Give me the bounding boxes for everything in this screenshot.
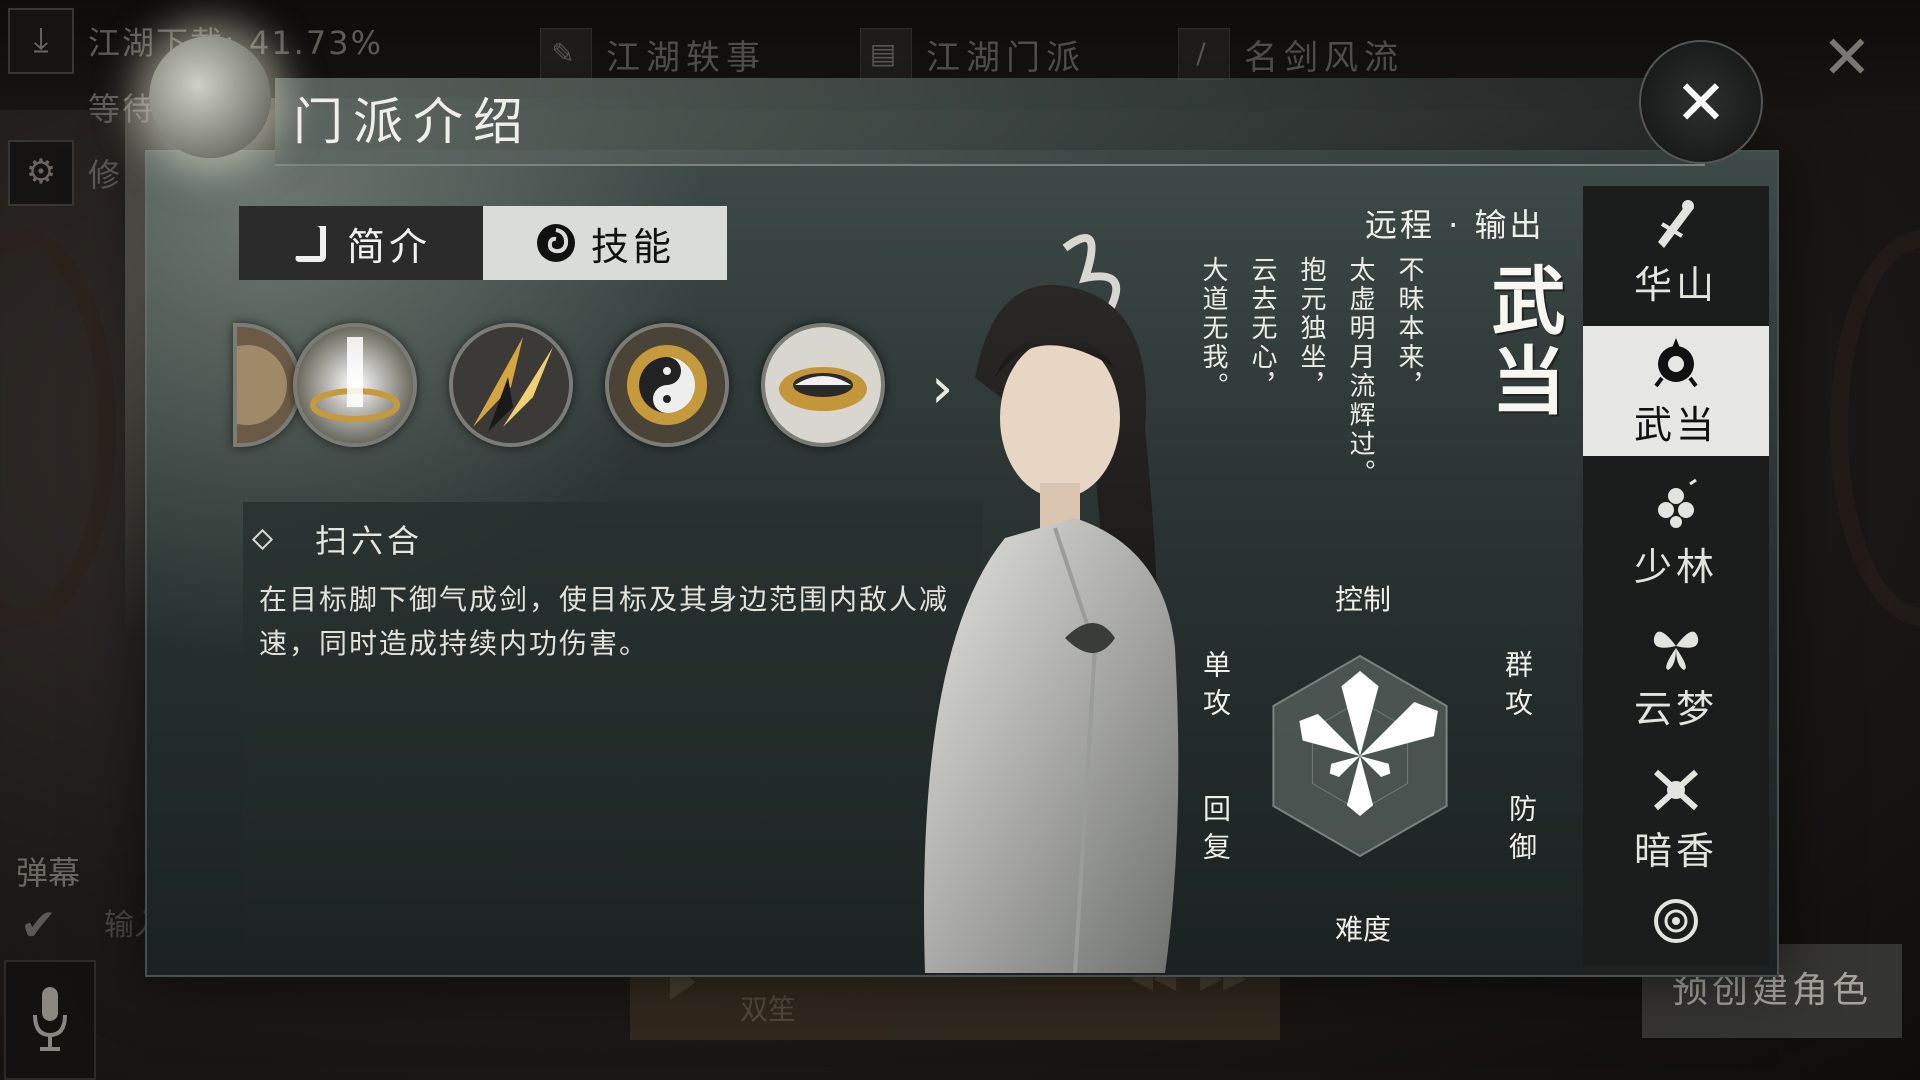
radar-label-control: 控制 bbox=[1335, 583, 1392, 616]
left-window-ornament bbox=[0, 230, 116, 626]
blade-slash-skill-icon[interactable] bbox=[449, 323, 573, 447]
radar-label-single-attack: 单攻 bbox=[1199, 650, 1232, 726]
wudang-emblem-icon bbox=[1654, 337, 1698, 387]
poem-line: 太虚明月流辉过。 bbox=[1345, 256, 1375, 488]
song-title: 双笙 bbox=[740, 993, 797, 1026]
huashan-emblem-icon bbox=[1658, 199, 1694, 248]
wheel-emblem-icon bbox=[1654, 899, 1698, 943]
tab-skill[interactable]: 技能 bbox=[483, 206, 727, 280]
yunmeng-butterfly-icon bbox=[1653, 631, 1699, 670]
tab-label: 江湖门派 bbox=[926, 37, 1086, 78]
hud-status-line-2: 修 bbox=[88, 156, 123, 194]
right-window-ornament bbox=[1830, 230, 1920, 626]
danmu-label: 弹幕 bbox=[16, 854, 81, 892]
background-close-icon[interactable]: ✕ bbox=[1822, 28, 1872, 88]
sidebar-item-anxiang[interactable]: 暗香 bbox=[1583, 752, 1769, 882]
sidebar-item-next[interactable] bbox=[1583, 876, 1769, 966]
download-icon[interactable]: ⤓ bbox=[8, 8, 74, 74]
close-icon: ✕ bbox=[1675, 65, 1727, 139]
sidebar-item-label: 华山 bbox=[1633, 262, 1718, 307]
sect-role: 远程 · 输出 bbox=[1365, 206, 1545, 244]
sidebar-item-label: 少林 bbox=[1633, 544, 1718, 589]
sect-name-title: 武当 bbox=[1479, 262, 1565, 422]
sidebar-item-shaolin[interactable]: 少林 bbox=[1583, 468, 1769, 598]
moon-ornament bbox=[149, 36, 271, 158]
sidebar-item-huashan[interactable]: 华山 bbox=[1583, 186, 1769, 316]
partial-skill-icon[interactable] bbox=[233, 323, 301, 447]
sect-sidebar: 华山 武当 少林 云梦 暗香 bbox=[1583, 186, 1769, 966]
sect-intro-panel: 门派介绍 ✕ 简介 技能 ‹ bbox=[125, 36, 1785, 977]
sword-icon: / bbox=[1178, 28, 1230, 80]
sidebar-item-label: 暗香 bbox=[1633, 828, 1718, 873]
light-pillar-skill-icon[interactable] bbox=[293, 323, 417, 447]
poem-line: 抱元独坐， bbox=[1296, 256, 1326, 401]
radar-label-difficulty: 难度 bbox=[1335, 913, 1392, 946]
tab-jianghu-anecdotes[interactable]: ✎ 江湖轶事 bbox=[540, 22, 766, 86]
checkmark-icon[interactable]: ✔ bbox=[20, 900, 57, 951]
chat-bubble-icon: ▤ bbox=[860, 28, 912, 80]
settings-gear-icon[interactable]: ⚙ bbox=[8, 140, 74, 206]
microphone-icon bbox=[33, 987, 67, 1051]
tab-label: 江湖轶事 bbox=[606, 37, 766, 78]
anxiang-emblem-icon bbox=[1653, 769, 1699, 810]
close-button[interactable]: ✕ bbox=[1639, 40, 1763, 164]
sidebar-item-label: 云梦 bbox=[1633, 686, 1718, 731]
tab-label: 名剑风流 bbox=[1244, 37, 1404, 78]
poem-line: 不昧本来， bbox=[1394, 256, 1424, 401]
panel-title: 门派介绍 bbox=[293, 93, 533, 151]
shaolin-emblem-icon bbox=[1658, 478, 1697, 528]
tab-intro-label: 简介 bbox=[346, 224, 431, 269]
brush-icon: ✎ bbox=[540, 28, 592, 80]
poem-line: 大道无我。 bbox=[1198, 256, 1228, 401]
tab-jianghu-sects[interactable]: ▤ 江湖门派 bbox=[860, 22, 1086, 86]
sidebar-item-yunmeng[interactable]: 云梦 bbox=[1583, 610, 1769, 740]
tab-intro[interactable]: 简介 bbox=[239, 206, 483, 280]
diamond-bullet-icon bbox=[251, 528, 274, 551]
radar-label-group-attack: 群攻 bbox=[1501, 650, 1534, 726]
radar-label-defense: 防御 bbox=[1505, 794, 1538, 870]
microphone-button[interactable] bbox=[4, 960, 96, 1080]
radar-label-recovery: 回复 bbox=[1199, 794, 1232, 870]
poem-line: 云去无心， bbox=[1247, 256, 1277, 401]
intro-skill-tabs: 简介 技能 bbox=[239, 206, 727, 280]
tab-skill-label: 技能 bbox=[590, 224, 675, 269]
swirl-icon bbox=[535, 222, 577, 264]
sect-poem: 不昧本来， 太虚明月流辉过。 抱元独坐， 云去无心， 大道无我。 bbox=[1195, 256, 1428, 496]
yinyang-fire-skill-icon[interactable] bbox=[605, 323, 729, 447]
scroll-icon bbox=[291, 222, 333, 264]
sidebar-item-wudang[interactable]: 武当 bbox=[1583, 326, 1769, 456]
sidebar-item-label: 武当 bbox=[1633, 402, 1718, 447]
skill-name: 扫六合 bbox=[315, 522, 424, 560]
radar-chart bbox=[1272, 654, 1448, 858]
tab-famous-swords[interactable]: / 名剑风流 bbox=[1178, 22, 1404, 86]
